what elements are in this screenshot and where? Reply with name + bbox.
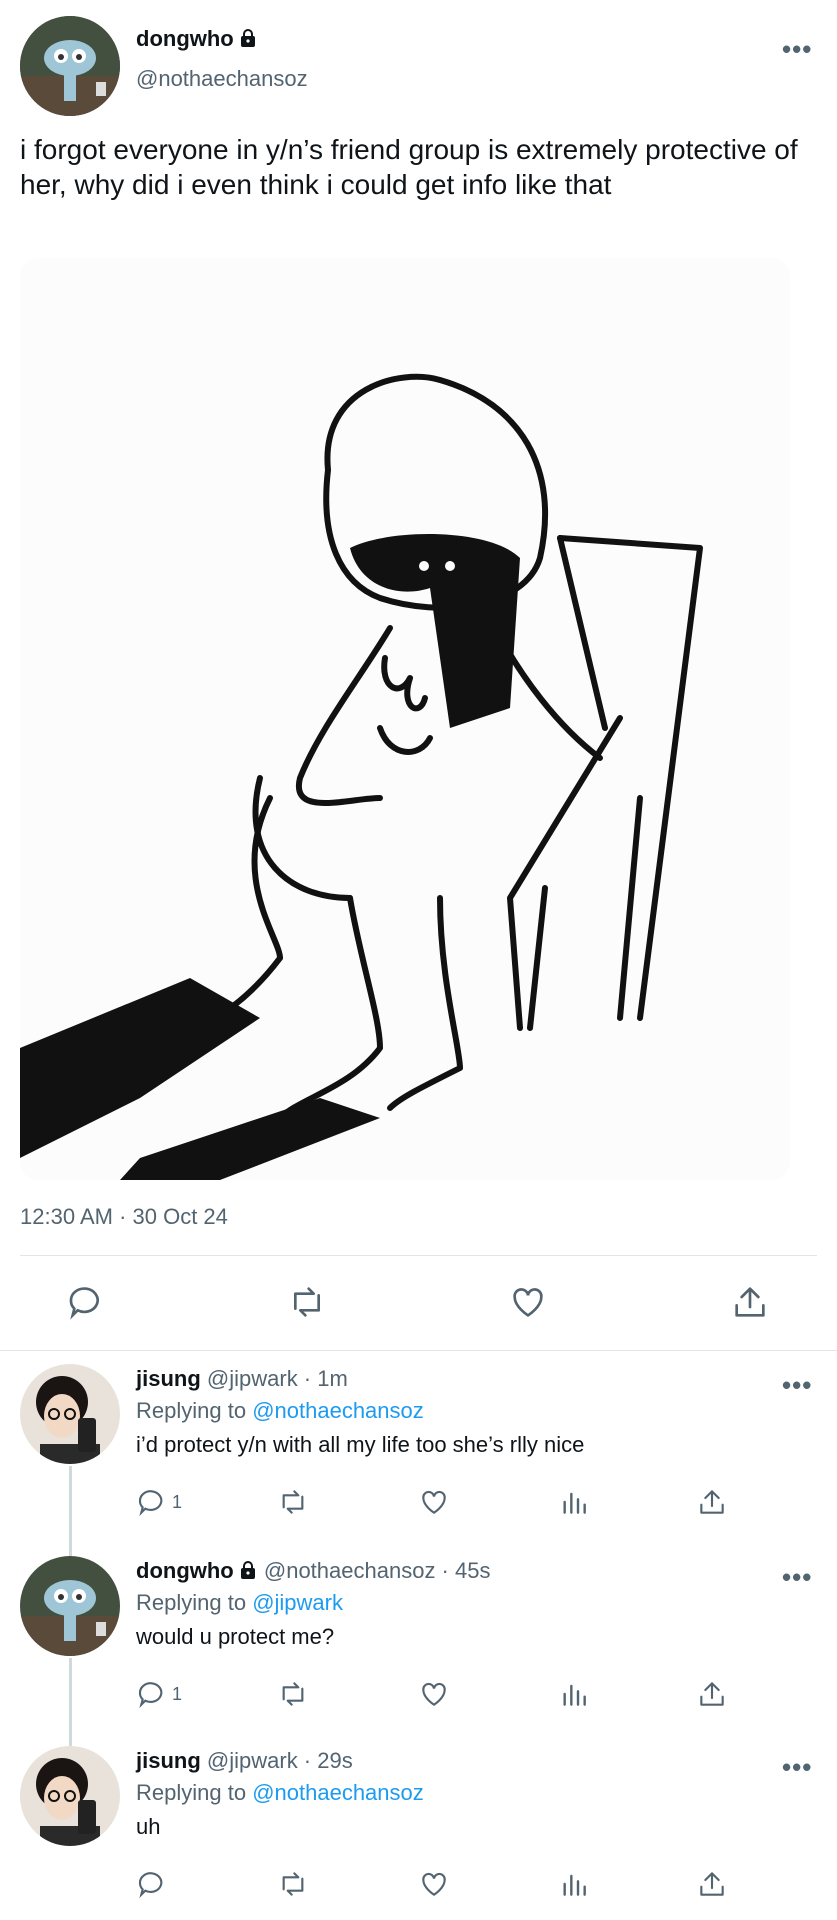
reply-text: i’d protect y/n with all my life too she… <box>136 1432 585 1457</box>
reply-handle-time[interactable]: @jipwark · 1m <box>207 1366 348 1391</box>
replying-to-prefix: Replying to <box>136 1780 247 1805</box>
replying-to: Replying to @jipwark <box>136 1590 343 1616</box>
tweet-timestamp[interactable]: 12:30 AM · 30 Oct 24 <box>20 1204 228 1230</box>
author-name[interactable]: dongwho <box>136 26 258 52</box>
tweet-text: i forgot everyone in y/n’s friend group … <box>20 134 798 200</box>
avatar-dongwho[interactable] <box>20 16 120 116</box>
share-icon <box>700 1490 724 1514</box>
reply-tweet[interactable]: jisung @jipwark · 29s ••• Replying to @n… <box>0 1742 837 1920</box>
reply-tweet[interactable]: dongwho @nothaechansoz · 45s ••• Replyin… <box>0 1552 837 1742</box>
share-icon <box>700 1872 724 1896</box>
author-display-name[interactable]: dongwho <box>136 26 234 51</box>
replying-to-prefix: Replying to <box>136 1590 247 1615</box>
replying-to-link[interactable]: @jipwark <box>252 1590 343 1615</box>
heart-icon <box>422 1872 446 1896</box>
share-icon <box>735 1287 765 1317</box>
like-button[interactable] <box>418 1678 450 1710</box>
views-button[interactable] <box>558 1486 590 1518</box>
reply-header: jisung @jipwark · 29s <box>136 1748 353 1774</box>
avatar-jisung[interactable] <box>20 1746 120 1846</box>
reply-count: 1 <box>172 1491 183 1512</box>
like-button[interactable] <box>508 1282 548 1322</box>
replying-to-link[interactable]: @nothaechansoz <box>252 1780 424 1805</box>
like-button[interactable] <box>418 1868 450 1900</box>
reply-tweet[interactable]: jisung @jipwark · 1m ••• Replying to @no… <box>0 1360 837 1550</box>
replying-to: Replying to @nothaechansoz <box>136 1398 424 1424</box>
like-button[interactable] <box>418 1486 450 1518</box>
sad-figure-drawing <box>20 373 703 1180</box>
reply-author-name[interactable]: dongwho <box>136 1558 234 1583</box>
reply-header: dongwho @nothaechansoz · 45s <box>136 1558 490 1584</box>
reply-icon <box>138 1872 163 1899</box>
author-handle[interactable]: @nothaechansoz <box>136 66 308 92</box>
retweet-button[interactable] <box>276 1868 310 1900</box>
views-button[interactable] <box>558 1868 590 1900</box>
reply-text: would u protect me? <box>136 1624 335 1649</box>
retweet-icon <box>294 1287 320 1317</box>
tweet-image[interactable] <box>20 258 790 1180</box>
retweet-icon <box>282 1490 304 1514</box>
replying-to-prefix: Replying to <box>136 1398 247 1423</box>
more-dots-icon[interactable]: ••• <box>782 1752 812 1783</box>
retweet-icon <box>282 1682 304 1706</box>
views-icon <box>563 1684 586 1706</box>
reply-author-name[interactable]: jisung <box>136 1748 201 1773</box>
lock-icon <box>240 1561 255 1579</box>
more-dots-icon[interactable]: ••• <box>782 1562 812 1593</box>
divider <box>0 1350 837 1351</box>
replying-to: Replying to @nothaechansoz <box>136 1780 424 1806</box>
reply-icon <box>138 1682 163 1709</box>
reply-button[interactable]: 1 <box>136 1486 182 1518</box>
reply-handle-time[interactable]: @jipwark · 29s <box>207 1748 353 1773</box>
more-dots-icon[interactable]: ••• <box>782 1370 812 1401</box>
heart-icon <box>422 1682 446 1706</box>
reply-count: 1 <box>172 1683 183 1704</box>
jisung-avatar-image <box>20 1364 120 1464</box>
share-button[interactable] <box>730 1282 770 1322</box>
reply-button[interactable] <box>66 1282 106 1322</box>
views-icon <box>563 1492 586 1514</box>
share-icon <box>700 1682 724 1706</box>
avatar-jisung[interactable] <box>20 1364 120 1464</box>
retweet-button[interactable] <box>276 1678 310 1710</box>
reply-icon <box>138 1490 163 1517</box>
squidward-avatar-image <box>20 16 120 116</box>
share-button[interactable] <box>696 1486 728 1518</box>
views-button[interactable] <box>558 1678 590 1710</box>
reply-handle-time[interactable]: @nothaechansoz · 45s <box>264 1558 491 1583</box>
heart-icon <box>422 1490 446 1514</box>
jisung-avatar-image <box>20 1746 120 1846</box>
heart-icon <box>513 1288 543 1317</box>
avatar-dongwho[interactable] <box>20 1556 120 1656</box>
squidward-avatar-image <box>20 1556 120 1656</box>
divider <box>20 1255 817 1256</box>
more-dots-icon[interactable]: ••• <box>782 34 812 65</box>
reply-button[interactable] <box>136 1868 168 1900</box>
lock-icon <box>240 29 255 47</box>
reply-button[interactable]: 1 <box>136 1678 182 1710</box>
share-button[interactable] <box>696 1678 728 1710</box>
share-button[interactable] <box>696 1868 728 1900</box>
reply-icon <box>69 1287 99 1320</box>
reply-author-name[interactable]: jisung <box>136 1366 201 1391</box>
views-icon <box>563 1874 586 1896</box>
retweet-icon <box>282 1872 304 1896</box>
replying-to-link[interactable]: @nothaechansoz <box>252 1398 424 1423</box>
reply-header: jisung @jipwark · 1m <box>136 1366 348 1392</box>
retweet-button[interactable] <box>276 1486 310 1518</box>
reply-text: uh <box>136 1814 161 1839</box>
retweet-button[interactable] <box>286 1282 328 1322</box>
